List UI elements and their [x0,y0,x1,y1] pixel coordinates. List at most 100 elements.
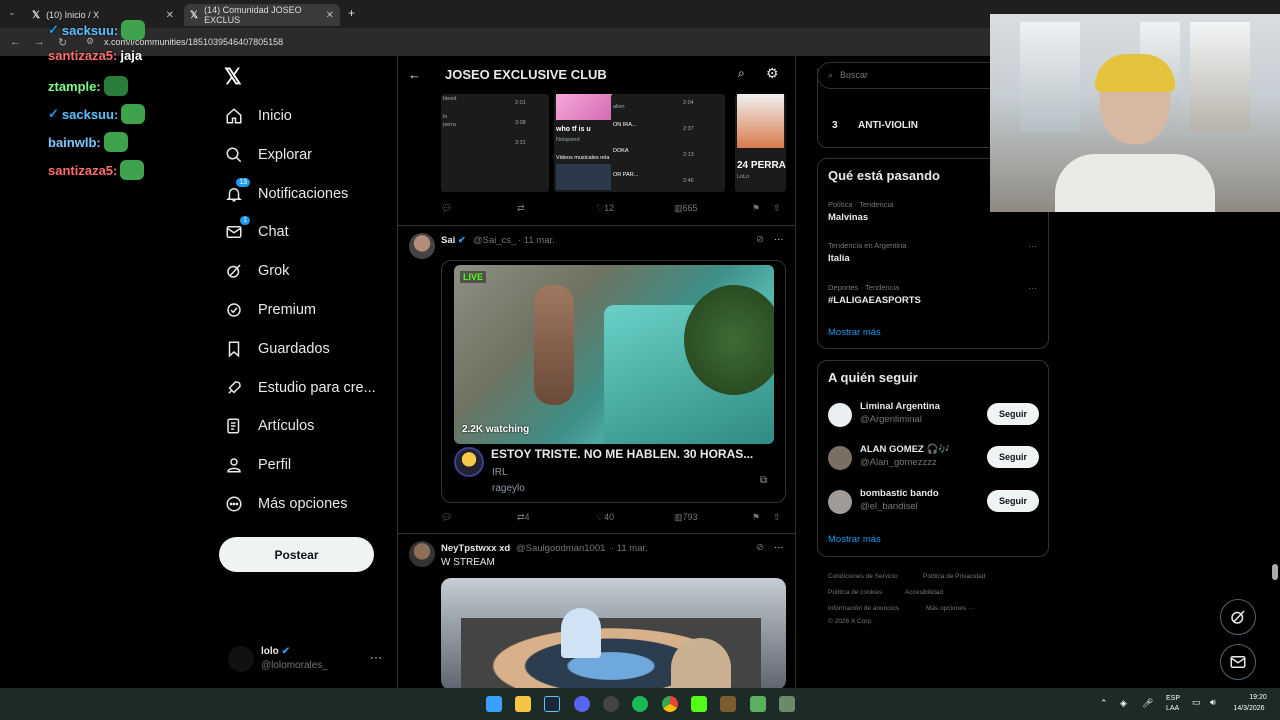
app-icon[interactable] [720,696,736,712]
kick-icon[interactable]: ⧉ [760,475,767,486]
nav-item-explorar[interactable]: Explorar [224,141,312,169]
kick-icon[interactable] [691,696,707,712]
channel-name[interactable]: rageylo [492,483,525,494]
bookmark-icon[interactable]: ⚑ [752,512,760,523]
stream-title[interactable]: ESTOY TRISTE. NO ME HABLEN. 30 HORAS... [491,447,753,461]
follow-name[interactable]: ALAN GOMEZ 🎧🎶 [860,444,950,455]
follow-suggestion[interactable]: Liminal Argentina @Argenliminal Seguir [828,401,1040,431]
media-thumbnail[interactable]: bleed lo perra 2:01 3:08 3:31 [441,94,549,192]
views-count[interactable]: ▥ 793 [674,512,698,523]
tray-chevron-icon[interactable]: ⌃ [1100,698,1108,709]
account-switcher[interactable]: lolo ✔ @lolomorales_ ··· [228,644,388,676]
more-dots-icon[interactable]: ··· [1028,241,1037,251]
show-more-link[interactable]: Mostrar más [828,327,881,338]
clock-date[interactable]: 14/3/2026 [1228,705,1270,712]
embedded-media-strip[interactable]: bleed lo perra 2:01 3:08 3:31 who tf is … [441,94,786,194]
back-icon[interactable]: ← [10,36,21,48]
discord-icon[interactable] [574,696,590,712]
post-author-handle[interactable]: @Sai_cs_ [473,235,516,246]
chrome-icon[interactable] [662,696,678,712]
follow-button[interactable]: Seguir [987,490,1039,512]
media-thumbnail[interactable]: alien ON IRA... DOKA OR PAR... 2:04 2:37… [611,94,725,192]
trend-name[interactable]: Malvinas [828,212,868,223]
rank-label[interactable]: ANTI-VIOLIN [858,120,918,131]
live-stream-card[interactable]: LIVE 2.2K watching ESTOY TRISTE. NO ME H… [441,260,786,503]
views-count[interactable]: ▥ 665 [674,203,698,214]
start-icon[interactable] [486,696,502,712]
messages-button[interactable] [1220,644,1256,680]
avatar[interactable] [828,490,852,514]
nav-item-estudio[interactable]: Estudio para cre... [224,374,376,402]
post-photo[interactable] [441,578,786,688]
footer-link[interactable]: Más opciones ··· [926,605,974,612]
nav-item-articulos[interactable]: Artículos [224,412,314,440]
live-video-thumbnail[interactable]: LIVE 2.2K watching [454,265,774,444]
bookmark-icon[interactable]: ⚑ [752,203,760,214]
nav-item-mas-opciones[interactable]: Más opciones [224,490,347,518]
search-icon[interactable]: ⌕ [738,66,745,81]
post-author-name[interactable]: NeyTpstwxx xd [441,543,510,554]
follow-name[interactable]: Liminal Argentina [860,401,940,412]
language-indicator-sub[interactable]: LAA [1166,705,1179,712]
channel-avatar[interactable] [454,447,484,477]
more-dots-icon[interactable]: ··· [774,234,784,245]
clock-time[interactable]: 19:20 [1246,694,1270,701]
app-icon[interactable] [779,696,795,712]
nav-item-grok[interactable]: Grok [224,257,289,285]
footer-link[interactable]: Política de cookies [828,589,882,596]
tray-app-icon[interactable]: ◈ [1120,698,1127,709]
close-icon[interactable]: ✕ [166,10,174,21]
share-icon[interactable]: ⇧ [773,203,781,214]
footer-link[interactable]: Condiciones de Servicio [828,573,898,580]
avatar[interactable] [409,541,435,567]
nav-item-inicio[interactable]: Inicio [224,102,292,130]
spotify-icon[interactable] [632,696,648,712]
reply-icon[interactable]: 💬︎ [441,203,452,214]
gear-icon[interactable]: ⚙ [766,65,779,82]
footer-link[interactable]: Información de anuncios [828,605,899,612]
post-author-name[interactable]: Sai ✔ [441,235,466,246]
avatar[interactable] [828,403,852,427]
stream-category[interactable]: IRL [492,467,508,478]
follow-suggestion[interactable]: ALAN GOMEZ 🎧🎶 @Alan_gomezzzz Seguir [828,444,1040,474]
nav-item-perfil[interactable]: Perfil [224,451,291,479]
follow-suggestion[interactable]: bombastic bando @el_bandisel Seguir [828,488,1040,518]
trend-name[interactable]: #LALIGAEASPORTS [828,295,921,306]
footer-link[interactable]: Accesibilidad [905,589,943,596]
steam-icon[interactable] [544,696,560,712]
media-thumbnail[interactable]: 24 PERRA LoLo [735,94,786,192]
like-button[interactable]: ♡ 12 [596,203,614,214]
close-icon[interactable]: ✕ [326,10,334,21]
nav-item-notificaciones[interactable]: 13 Notificaciones [224,178,348,208]
volume-icon[interactable]: 🔊︎ [1210,697,1216,708]
follow-name[interactable]: bombastic bando [860,488,939,499]
nav-item-chat[interactable]: 1 Chat [224,216,289,246]
avatar[interactable] [828,446,852,470]
more-dots-icon[interactable]: ··· [1028,283,1037,293]
avatar[interactable] [409,233,435,259]
grok-icon[interactable]: ⊘ [756,234,764,245]
trend-name[interactable]: Italia [828,253,850,264]
repost-button[interactable]: ⇄ 4 [517,512,530,523]
language-indicator[interactable]: ESP [1166,695,1180,702]
back-arrow-icon[interactable]: ← [408,67,421,82]
nav-item-premium[interactable]: Premium [224,296,316,324]
forward-icon[interactable]: → [34,36,45,48]
repost-icon[interactable]: ⇄ [517,203,525,214]
file-explorer-icon[interactable] [515,696,531,712]
grok-icon[interactable]: ⊘ [756,542,764,553]
share-icon[interactable]: ⇧ [773,512,781,523]
footer-link[interactable]: Política de Privacidad [923,573,986,580]
like-button[interactable]: ♡ 40 [596,512,614,523]
app-icon[interactable] [603,696,619,712]
new-tab-button[interactable]: + [348,6,355,20]
more-dots-icon[interactable]: ··· [370,650,382,664]
show-more-link[interactable]: Mostrar más [828,534,881,545]
follow-button[interactable]: Seguir [987,446,1039,468]
follow-button[interactable]: Seguir [987,403,1039,425]
more-dots-icon[interactable]: ··· [774,542,784,553]
post-button[interactable]: Postear [219,537,374,572]
media-thumbnail[interactable]: who tf is u Netspend Videos musicales re… [554,94,616,192]
network-icon[interactable]: ▭ [1192,697,1201,708]
post-date[interactable]: · 11 mar. [611,543,648,554]
